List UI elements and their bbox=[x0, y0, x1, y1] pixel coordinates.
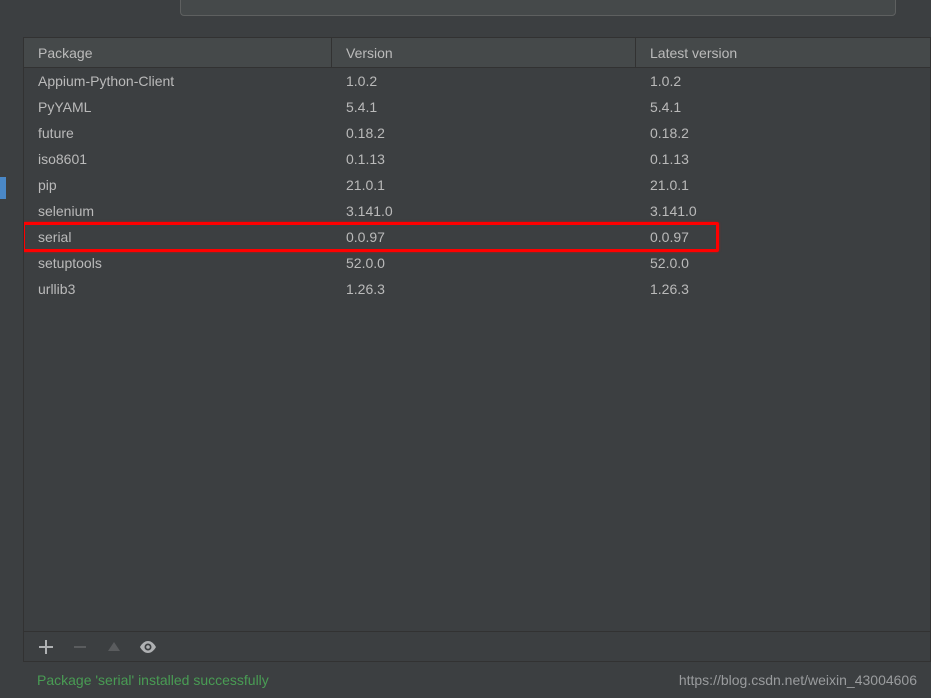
package-latest: 0.0.97 bbox=[636, 229, 930, 245]
package-name: selenium bbox=[24, 203, 332, 219]
table-row[interactable]: selenium3.141.03.141.0 bbox=[24, 198, 930, 224]
table-body: Appium-Python-Client1.0.21.0.2PyYAML5.4.… bbox=[24, 68, 930, 631]
package-name: setuptools bbox=[24, 255, 332, 271]
package-version: 1.26.3 bbox=[332, 281, 636, 297]
package-latest: 1.0.2 bbox=[636, 73, 930, 89]
table-row[interactable]: iso86010.1.130.1.13 bbox=[24, 146, 930, 172]
package-latest: 3.141.0 bbox=[636, 203, 930, 219]
table-row[interactable]: pip21.0.121.0.1 bbox=[24, 172, 930, 198]
table-row[interactable]: Appium-Python-Client1.0.21.0.2 bbox=[24, 68, 930, 94]
table-row[interactable]: urllib31.26.31.26.3 bbox=[24, 276, 930, 302]
packages-table: Package Version Latest version Appium-Py… bbox=[23, 37, 931, 632]
column-header-latest[interactable]: Latest version bbox=[636, 38, 930, 67]
package-version: 5.4.1 bbox=[332, 99, 636, 115]
package-name: PyYAML bbox=[24, 99, 332, 115]
remove-package-button[interactable] bbox=[70, 637, 90, 657]
column-header-version[interactable]: Version bbox=[332, 38, 636, 67]
status-message: Package 'serial' installed successfully bbox=[37, 672, 269, 688]
package-version: 0.18.2 bbox=[332, 125, 636, 141]
table-row[interactable]: future0.18.20.18.2 bbox=[24, 120, 930, 146]
package-version: 0.0.97 bbox=[332, 229, 636, 245]
package-version: 3.141.0 bbox=[332, 203, 636, 219]
package-name: pip bbox=[24, 177, 332, 193]
package-version: 0.1.13 bbox=[332, 151, 636, 167]
search-input-border[interactable] bbox=[180, 0, 896, 16]
table-header: Package Version Latest version bbox=[24, 38, 930, 68]
package-latest: 21.0.1 bbox=[636, 177, 930, 193]
upgrade-package-button[interactable] bbox=[104, 637, 124, 657]
package-latest: 1.26.3 bbox=[636, 281, 930, 297]
package-latest: 5.4.1 bbox=[636, 99, 930, 115]
package-latest: 0.18.2 bbox=[636, 125, 930, 141]
table-row[interactable]: setuptools52.0.052.0.0 bbox=[24, 250, 930, 276]
package-name: Appium-Python-Client bbox=[24, 73, 332, 89]
package-version: 21.0.1 bbox=[332, 177, 636, 193]
add-package-button[interactable] bbox=[36, 637, 56, 657]
column-header-package[interactable]: Package bbox=[24, 38, 332, 67]
packages-panel: Package Version Latest version Appium-Py… bbox=[23, 37, 931, 698]
package-version: 52.0.0 bbox=[332, 255, 636, 271]
package-name: future bbox=[24, 125, 332, 141]
package-version: 1.0.2 bbox=[332, 73, 636, 89]
package-name: iso8601 bbox=[24, 151, 332, 167]
package-latest: 52.0.0 bbox=[636, 255, 930, 271]
package-latest: 0.1.13 bbox=[636, 151, 930, 167]
package-name: serial bbox=[24, 229, 332, 245]
selection-marker bbox=[0, 177, 6, 199]
packages-toolbar bbox=[23, 632, 931, 662]
table-row[interactable]: serial0.0.970.0.97 bbox=[24, 224, 930, 250]
status-bar: Package 'serial' installed successfully … bbox=[23, 662, 931, 698]
watermark-text: https://blog.csdn.net/weixin_43004606 bbox=[679, 672, 917, 688]
table-row[interactable]: PyYAML5.4.15.4.1 bbox=[24, 94, 930, 120]
package-name: urllib3 bbox=[24, 281, 332, 297]
show-early-releases-button[interactable] bbox=[138, 637, 158, 657]
